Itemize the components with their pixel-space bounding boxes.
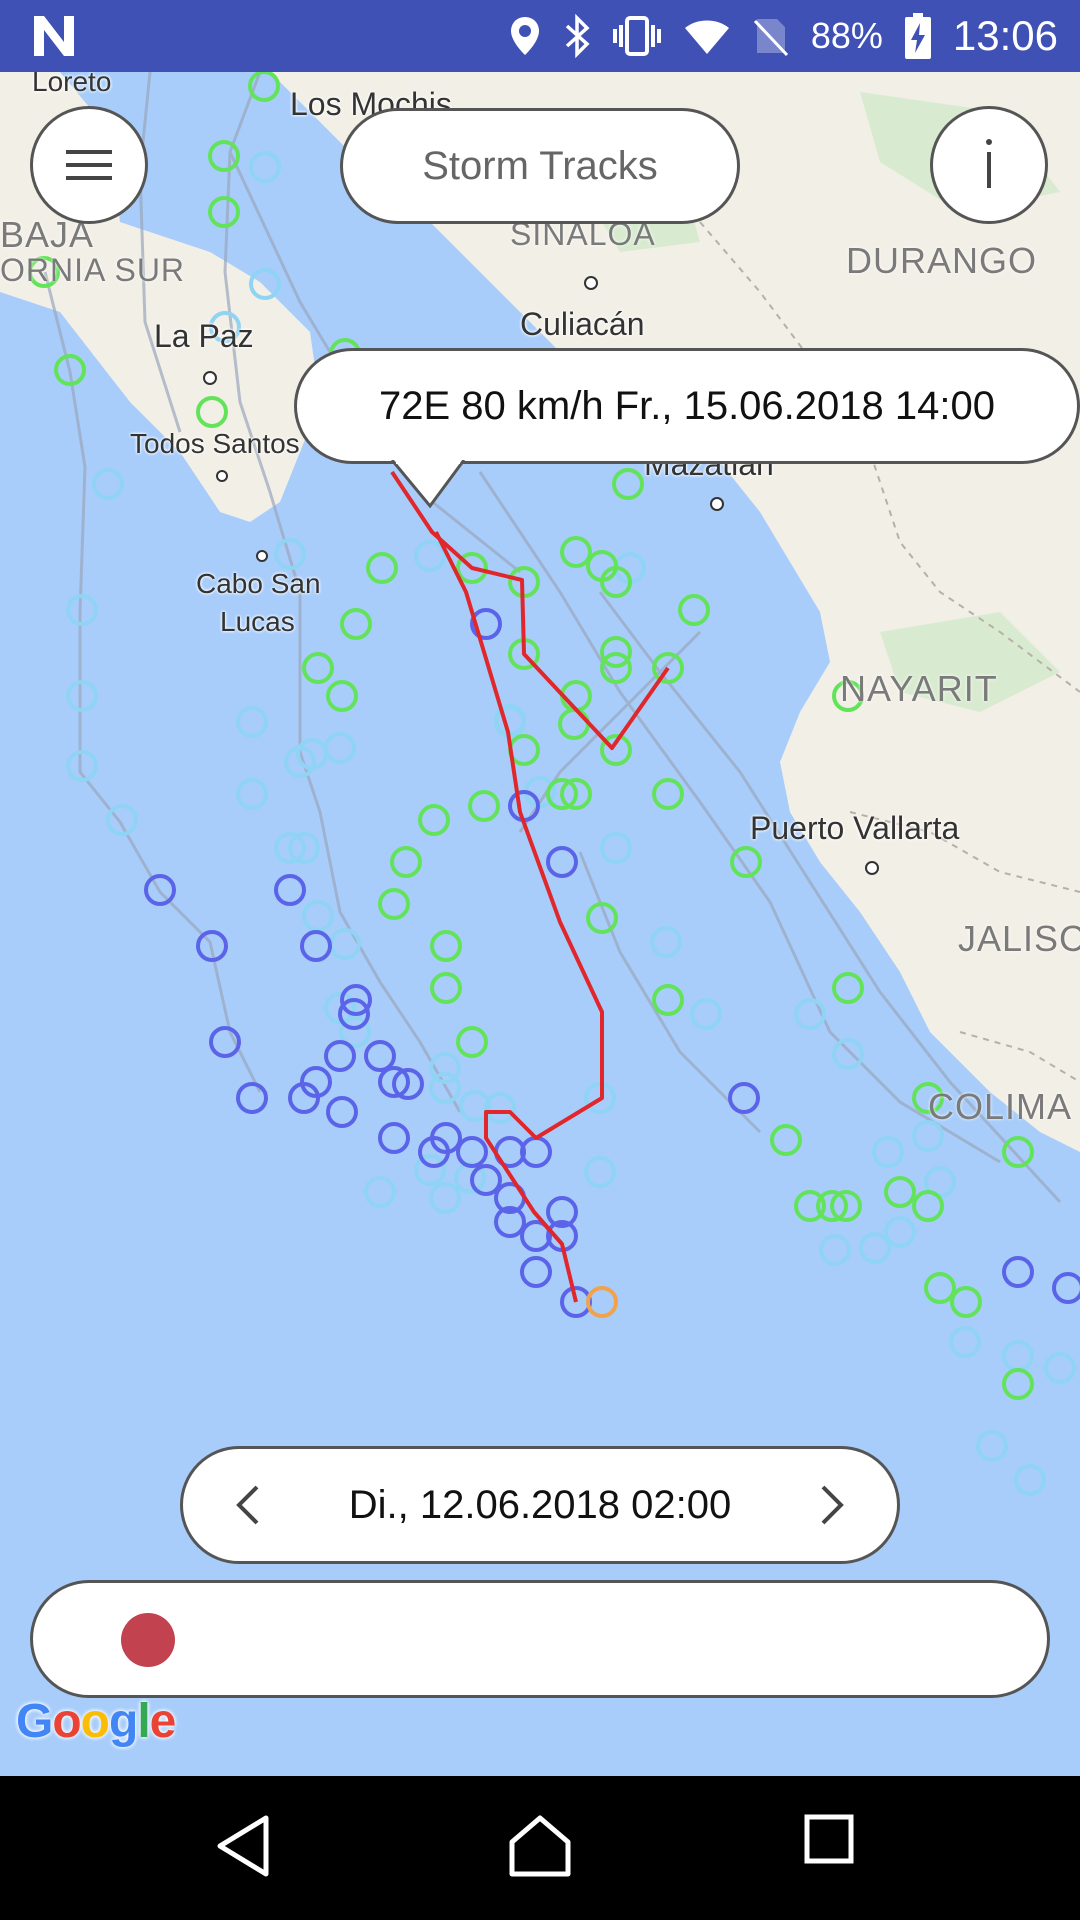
map-label-culiacan: Culiacán (520, 306, 645, 342)
battery-charging-icon (904, 13, 931, 59)
home-icon[interactable] (508, 1814, 572, 1878)
page-title: Storm Tracks (340, 108, 740, 224)
bluetooth-icon (563, 14, 591, 58)
info-icon (986, 139, 992, 188)
location-icon (509, 15, 541, 57)
battery-percent: 88% (810, 15, 883, 56)
map-label-jalisco: JALISCO (958, 918, 1080, 959)
tooltip-pointer (390, 460, 466, 509)
date-label: Di., 12.06.2018 02:00 (348, 1482, 732, 1527)
wifi-icon (683, 16, 731, 56)
previous-date-button[interactable] (223, 1480, 273, 1530)
map-label-colima: COLIMA (928, 1086, 1073, 1127)
n-logo-icon (34, 16, 74, 56)
recents-icon[interactable] (804, 1814, 854, 1864)
time-slider-knob[interactable] (121, 1613, 175, 1667)
map-label-nayarit: NAYARIT (840, 668, 998, 709)
back-icon[interactable] (214, 1814, 274, 1878)
hamburger-menu-icon (66, 150, 112, 180)
map-label-cabo: Cabo San (196, 568, 321, 599)
clock: 13:06 (952, 12, 1058, 59)
map-label-todos-santos: Todos Santos (130, 428, 300, 459)
navigation-bar (0, 1776, 1080, 1920)
menu-button[interactable] (30, 106, 148, 224)
no-sim-icon (753, 15, 789, 57)
info-button[interactable] (930, 106, 1048, 224)
map-label-ornia-sur: ORNIA SUR (0, 252, 186, 288)
status-bar: 88% 13:06 (0, 0, 1080, 72)
map-label-la-paz: La Paz (154, 318, 254, 354)
vibrate-icon (612, 15, 661, 57)
map-label-loreto: Loreto (32, 72, 112, 97)
map-label-puerto-vallarta: Puerto Vallarta (750, 810, 960, 846)
time-slider[interactable] (30, 1580, 1050, 1698)
map-view[interactable]: Loreto Los Mochis BAJA ORNIA SUR SINALOA… (0, 72, 1080, 1776)
date-selector: Di., 12.06.2018 02:00 (180, 1446, 900, 1564)
google-logo: Google (16, 1695, 176, 1748)
chevron-right-icon (821, 1485, 844, 1525)
map-label-lucas: Lucas (220, 606, 295, 637)
map-label-durango: DURANGO (846, 240, 1038, 281)
chevron-left-icon (236, 1485, 259, 1525)
next-date-button[interactable] (807, 1480, 857, 1530)
storm-tooltip: 72E 80 km/h Fr., 15.06.2018 14:00 (294, 348, 1080, 464)
